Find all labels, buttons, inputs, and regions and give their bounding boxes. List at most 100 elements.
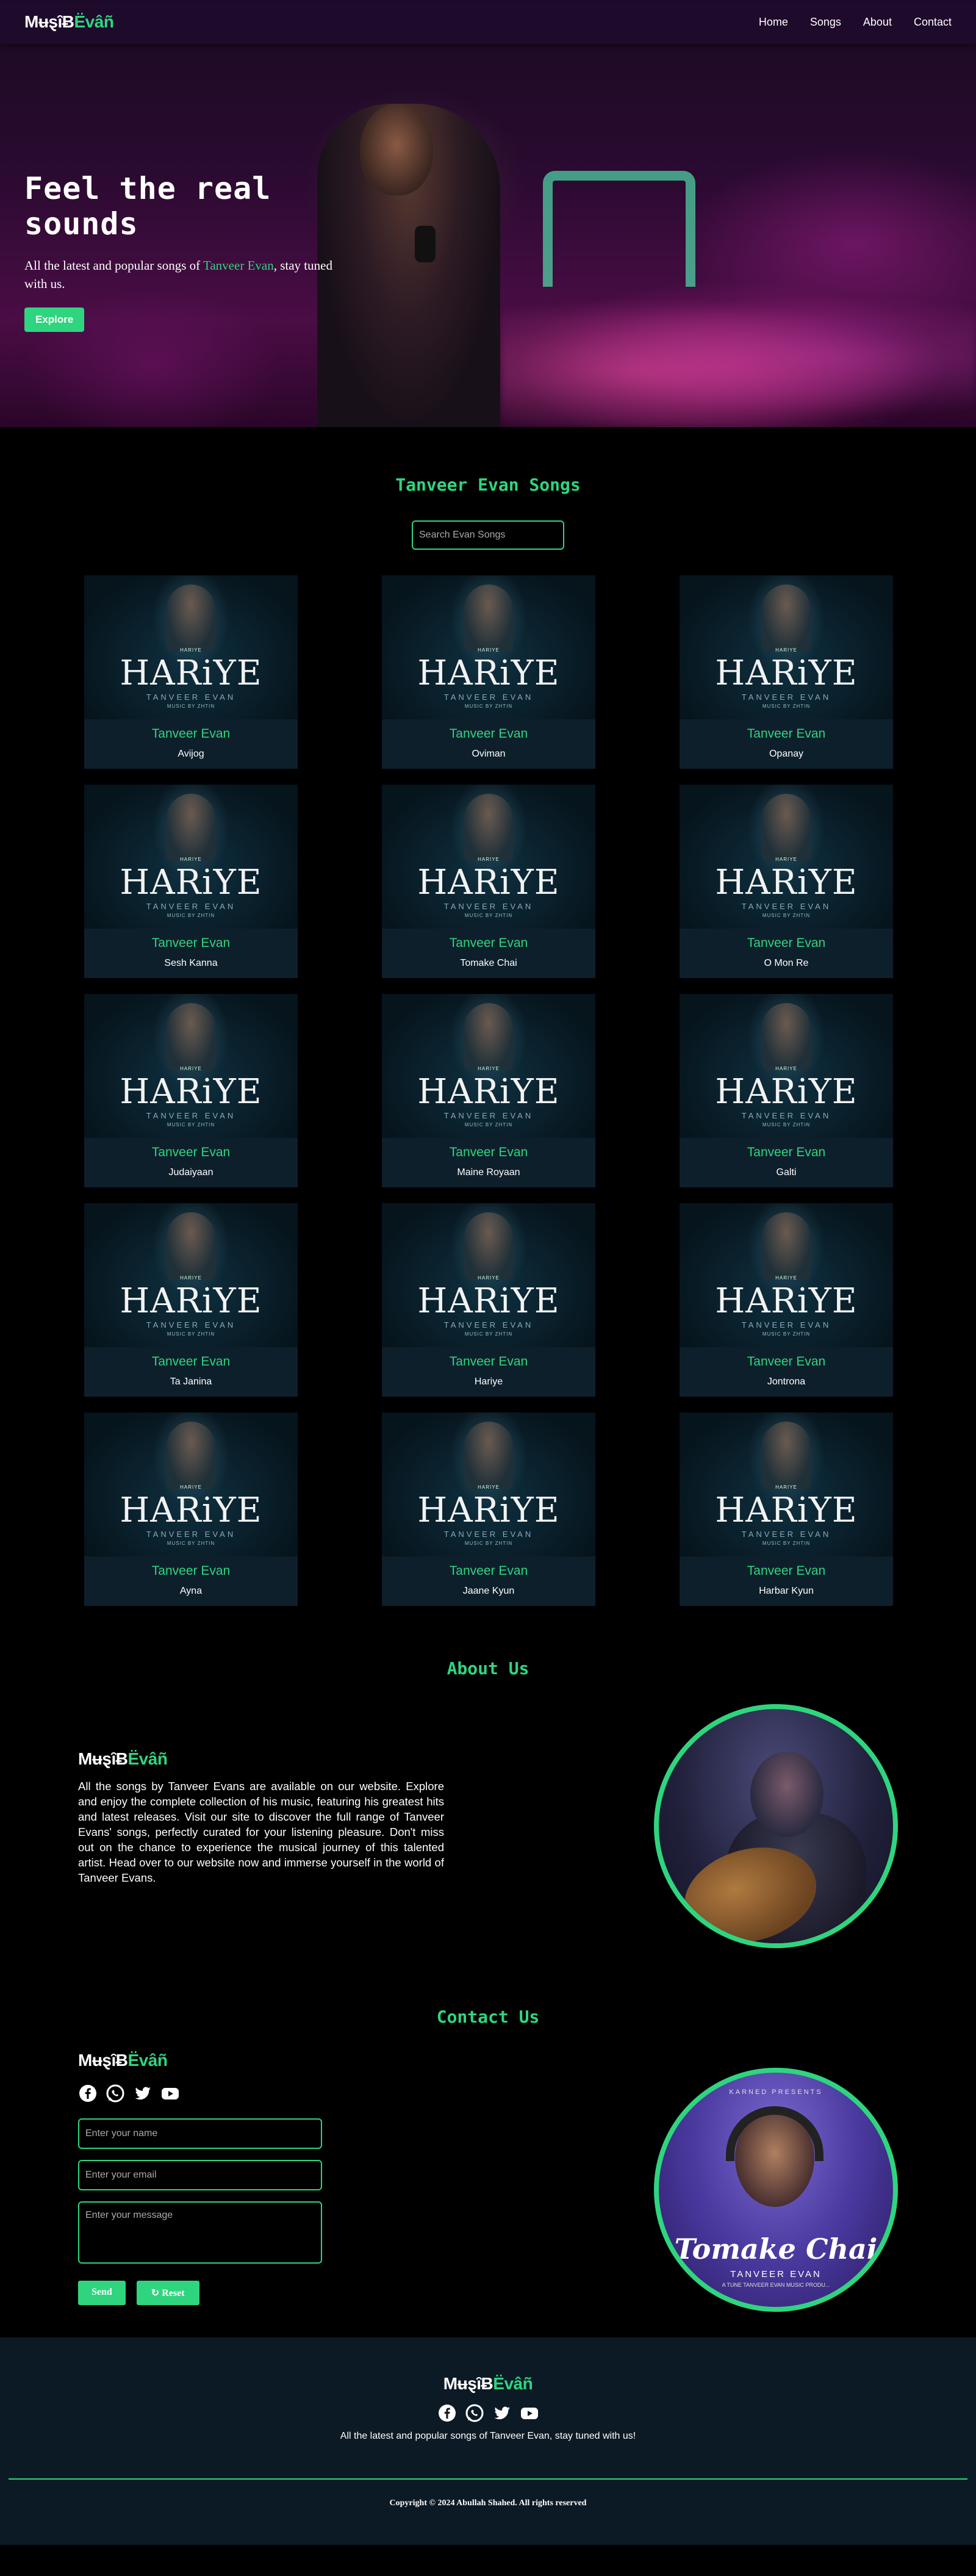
whatsapp-icon[interactable] bbox=[465, 2403, 484, 2422]
cover-title: HARiYE bbox=[417, 653, 560, 693]
message-textarea[interactable]: Enter your message bbox=[78, 2201, 322, 2264]
nav-contact[interactable]: Contact bbox=[914, 16, 952, 29]
song-card[interactable]: HARIYE HARiYE TANVEER EVAN MUSIC BY ZHTIN Ta… bbox=[84, 1412, 298, 1606]
song-cover-image[interactable]: HARIYE HARiYE TANVEER EVAN MUSIC BY ZHTIN bbox=[382, 1412, 595, 1556]
cover-music-credit: MUSIC BY ZHTIN bbox=[167, 1331, 215, 1337]
cover-small-title: HARIYE bbox=[478, 1066, 500, 1071]
song-card[interactable]: HARIYE HARiYE TANVEER EVAN MUSIC BY ZHTIN Ta… bbox=[84, 1203, 298, 1397]
song-search-input[interactable]: Search Evan Songs bbox=[412, 520, 564, 550]
logo-part2: Ëvâñ bbox=[74, 12, 114, 31]
song-title[interactable]: Jontrona bbox=[680, 1376, 893, 1387]
song-cover-image[interactable]: HARIYE HARiYE TANVEER EVAN MUSIC BY ZHTIN bbox=[382, 785, 595, 929]
contact-logo: MʉȿȋɃËvâñ bbox=[78, 2051, 322, 2070]
logo-part1: MʉȿȋɃ bbox=[78, 2051, 128, 2070]
explore-button[interactable]: Explore bbox=[24, 308, 85, 332]
song-cover-image[interactable]: HARIYE HARiYE TANVEER EVAN MUSIC BY ZHTIN bbox=[84, 1412, 298, 1556]
song-cover-image[interactable]: HARIYE HARiYE TANVEER EVAN MUSIC BY ZHTIN bbox=[84, 994, 298, 1138]
contact-title: Contact Us bbox=[436, 2007, 540, 2027]
song-cover-image[interactable]: HARIYE HARiYE TANVEER EVAN MUSIC BY ZHTIN bbox=[84, 575, 298, 719]
whatsapp-icon[interactable] bbox=[106, 2084, 124, 2103]
brand-logo[interactable]: MʉȿȋɃËvâñ bbox=[24, 12, 114, 32]
twitter-icon[interactable] bbox=[133, 2084, 152, 2103]
song-title[interactable]: Harbar Kyun bbox=[680, 1586, 893, 1597]
poster-headphones bbox=[726, 2106, 824, 2161]
song-title[interactable]: Oviman bbox=[382, 749, 595, 760]
song-card[interactable]: HARIYE HARiYE TANVEER EVAN MUSIC BY ZHTIN Ta… bbox=[84, 994, 298, 1187]
youtube-icon[interactable] bbox=[520, 2403, 539, 2422]
song-title[interactable]: Opanay bbox=[680, 749, 893, 760]
song-cover-image[interactable]: HARIYE HARiYE TANVEER EVAN MUSIC BY ZHTIN bbox=[84, 1203, 298, 1347]
song-artist: Tanveer Evan bbox=[151, 1145, 231, 1159]
reset-button[interactable]: ↻ Reset bbox=[136, 2281, 199, 2305]
song-title[interactable]: Judaiyaan bbox=[84, 1167, 298, 1178]
cover-music-credit: MUSIC BY ZHTIN bbox=[167, 703, 215, 709]
song-card[interactable]: HARIYE HARiYE TANVEER EVAN MUSIC BY ZHTIN Ta… bbox=[680, 575, 893, 769]
send-button[interactable]: Send bbox=[78, 2281, 126, 2305]
cover-figure bbox=[464, 1212, 513, 1279]
song-title[interactable]: Ayna bbox=[84, 1586, 298, 1597]
song-card[interactable]: HARIYE HARiYE TANVEER EVAN MUSIC BY ZHTIN Ta… bbox=[84, 575, 298, 769]
song-card[interactable]: HARIYE HARiYE TANVEER EVAN MUSIC BY ZHTIN Ta… bbox=[680, 994, 893, 1187]
facebook-icon[interactable] bbox=[437, 2403, 456, 2422]
twitter-icon[interactable] bbox=[492, 2403, 511, 2422]
cover-artist: TANVEER EVAN bbox=[741, 1530, 831, 1539]
email-input[interactable]: Enter your email bbox=[78, 2160, 322, 2190]
nav-songs[interactable]: Songs bbox=[810, 16, 841, 29]
cover-title: HARiYE bbox=[715, 1072, 858, 1112]
song-cover-image[interactable]: HARIYE HARiYE TANVEER EVAN MUSIC BY ZHTIN bbox=[382, 1203, 595, 1347]
about-logo: MʉȿȋɃËvâñ bbox=[78, 1749, 444, 1769]
cover-figure bbox=[167, 1422, 215, 1489]
name-input[interactable]: Enter your name bbox=[78, 2118, 322, 2149]
song-title[interactable]: Sesh Kanna bbox=[84, 958, 298, 969]
hero-sub-highlight: Tanveer Evan bbox=[203, 258, 274, 273]
song-cover-image[interactable]: HARIYE HARiYE TANVEER EVAN MUSIC BY ZHTIN bbox=[680, 1412, 893, 1556]
song-card[interactable]: HARIYE HARiYE TANVEER EVAN MUSIC BY ZHTIN Ta… bbox=[382, 994, 595, 1187]
song-card[interactable]: HARIYE HARiYE TANVEER EVAN MUSIC BY ZHTIN Ta… bbox=[680, 1203, 893, 1397]
song-artist: Tanveer Evan bbox=[747, 1355, 826, 1369]
song-title[interactable]: O Mon Re bbox=[680, 958, 893, 969]
song-title[interactable]: Galti bbox=[680, 1167, 893, 1178]
song-card[interactable]: HARIYE HARiYE TANVEER EVAN MUSIC BY ZHTIN Ta… bbox=[84, 785, 298, 978]
about-text-block: MʉȿȋɃËvâñ All the songs by Tanveer Evans… bbox=[78, 1749, 444, 1885]
facebook-icon[interactable] bbox=[78, 2084, 97, 2103]
song-card[interactable]: HARIYE HARiYE TANVEER EVAN MUSIC BY ZHTIN Ta… bbox=[382, 1412, 595, 1606]
cover-title: HARiYE bbox=[715, 1491, 858, 1530]
song-cover-image[interactable]: HARIYE HARiYE TANVEER EVAN MUSIC BY ZHTIN bbox=[680, 1203, 893, 1347]
youtube-icon[interactable] bbox=[160, 2084, 179, 2103]
song-cover-image[interactable]: HARIYE HARiYE TANVEER EVAN MUSIC BY ZHTIN bbox=[680, 575, 893, 719]
cover-artist: TANVEER EVAN bbox=[146, 1530, 236, 1539]
song-card[interactable]: HARIYE HARiYE TANVEER EVAN MUSIC BY ZHTIN Ta… bbox=[382, 1203, 595, 1397]
about-title: About Us bbox=[447, 1658, 529, 1678]
song-title[interactable]: Ta Janina bbox=[84, 1376, 298, 1387]
footer-logo: MʉȿȋɃËvâñ bbox=[0, 2337, 976, 2394]
hero-text: Feel the real sounds All the latest and … bbox=[24, 171, 366, 332]
cover-music-credit: MUSIC BY ZHTIN bbox=[762, 1331, 811, 1337]
song-title[interactable]: Tomake Chai bbox=[382, 958, 595, 969]
song-card[interactable]: HARIYE HARiYE TANVEER EVAN MUSIC BY ZHTIN Ta… bbox=[680, 785, 893, 978]
cover-small-title: HARIYE bbox=[180, 1484, 202, 1490]
song-cover-image[interactable]: HARIYE HARiYE TANVEER EVAN MUSIC BY ZHTIN bbox=[382, 994, 595, 1138]
song-cover-image[interactable]: HARIYE HARiYE TANVEER EVAN MUSIC BY ZHTIN bbox=[382, 575, 595, 719]
song-title[interactable]: Hariye bbox=[382, 1376, 595, 1387]
cover-artist: TANVEER EVAN bbox=[741, 1320, 831, 1329]
cover-artist: TANVEER EVAN bbox=[443, 902, 534, 911]
song-card[interactable]: HARIYE HARiYE TANVEER EVAN MUSIC BY ZHTIN Ta… bbox=[382, 785, 595, 978]
cover-small-title: HARIYE bbox=[478, 857, 500, 862]
song-cover-image[interactable]: HARIYE HARiYE TANVEER EVAN MUSIC BY ZHTIN bbox=[84, 785, 298, 929]
song-title[interactable]: Avijog bbox=[84, 749, 298, 760]
hero-crowd-image bbox=[500, 287, 976, 427]
nav-about[interactable]: About bbox=[863, 16, 892, 29]
song-title[interactable]: Maine Royaan bbox=[382, 1167, 595, 1178]
song-cover-image[interactable]: HARIYE HARiYE TANVEER EVAN MUSIC BY ZHTIN bbox=[680, 785, 893, 929]
nav-home[interactable]: Home bbox=[759, 16, 788, 29]
cover-title: HARiYE bbox=[417, 1072, 560, 1112]
song-title[interactable]: Jaane Kyun bbox=[382, 1586, 595, 1597]
cover-title: HARiYE bbox=[417, 1281, 560, 1321]
song-card[interactable]: HARIYE HARiYE TANVEER EVAN MUSIC BY ZHTIN Ta… bbox=[680, 1412, 893, 1606]
cover-small-title: HARIYE bbox=[478, 647, 500, 653]
song-cover-image[interactable]: HARIYE HARiYE TANVEER EVAN MUSIC BY ZHTIN bbox=[680, 994, 893, 1138]
cover-figure bbox=[167, 794, 215, 861]
cover-figure bbox=[762, 585, 811, 652]
song-card[interactable]: HARIYE HARiYE TANVEER EVAN MUSIC BY ZHTIN Ta… bbox=[382, 575, 595, 769]
refresh-icon: ↻ bbox=[151, 2288, 162, 2298]
